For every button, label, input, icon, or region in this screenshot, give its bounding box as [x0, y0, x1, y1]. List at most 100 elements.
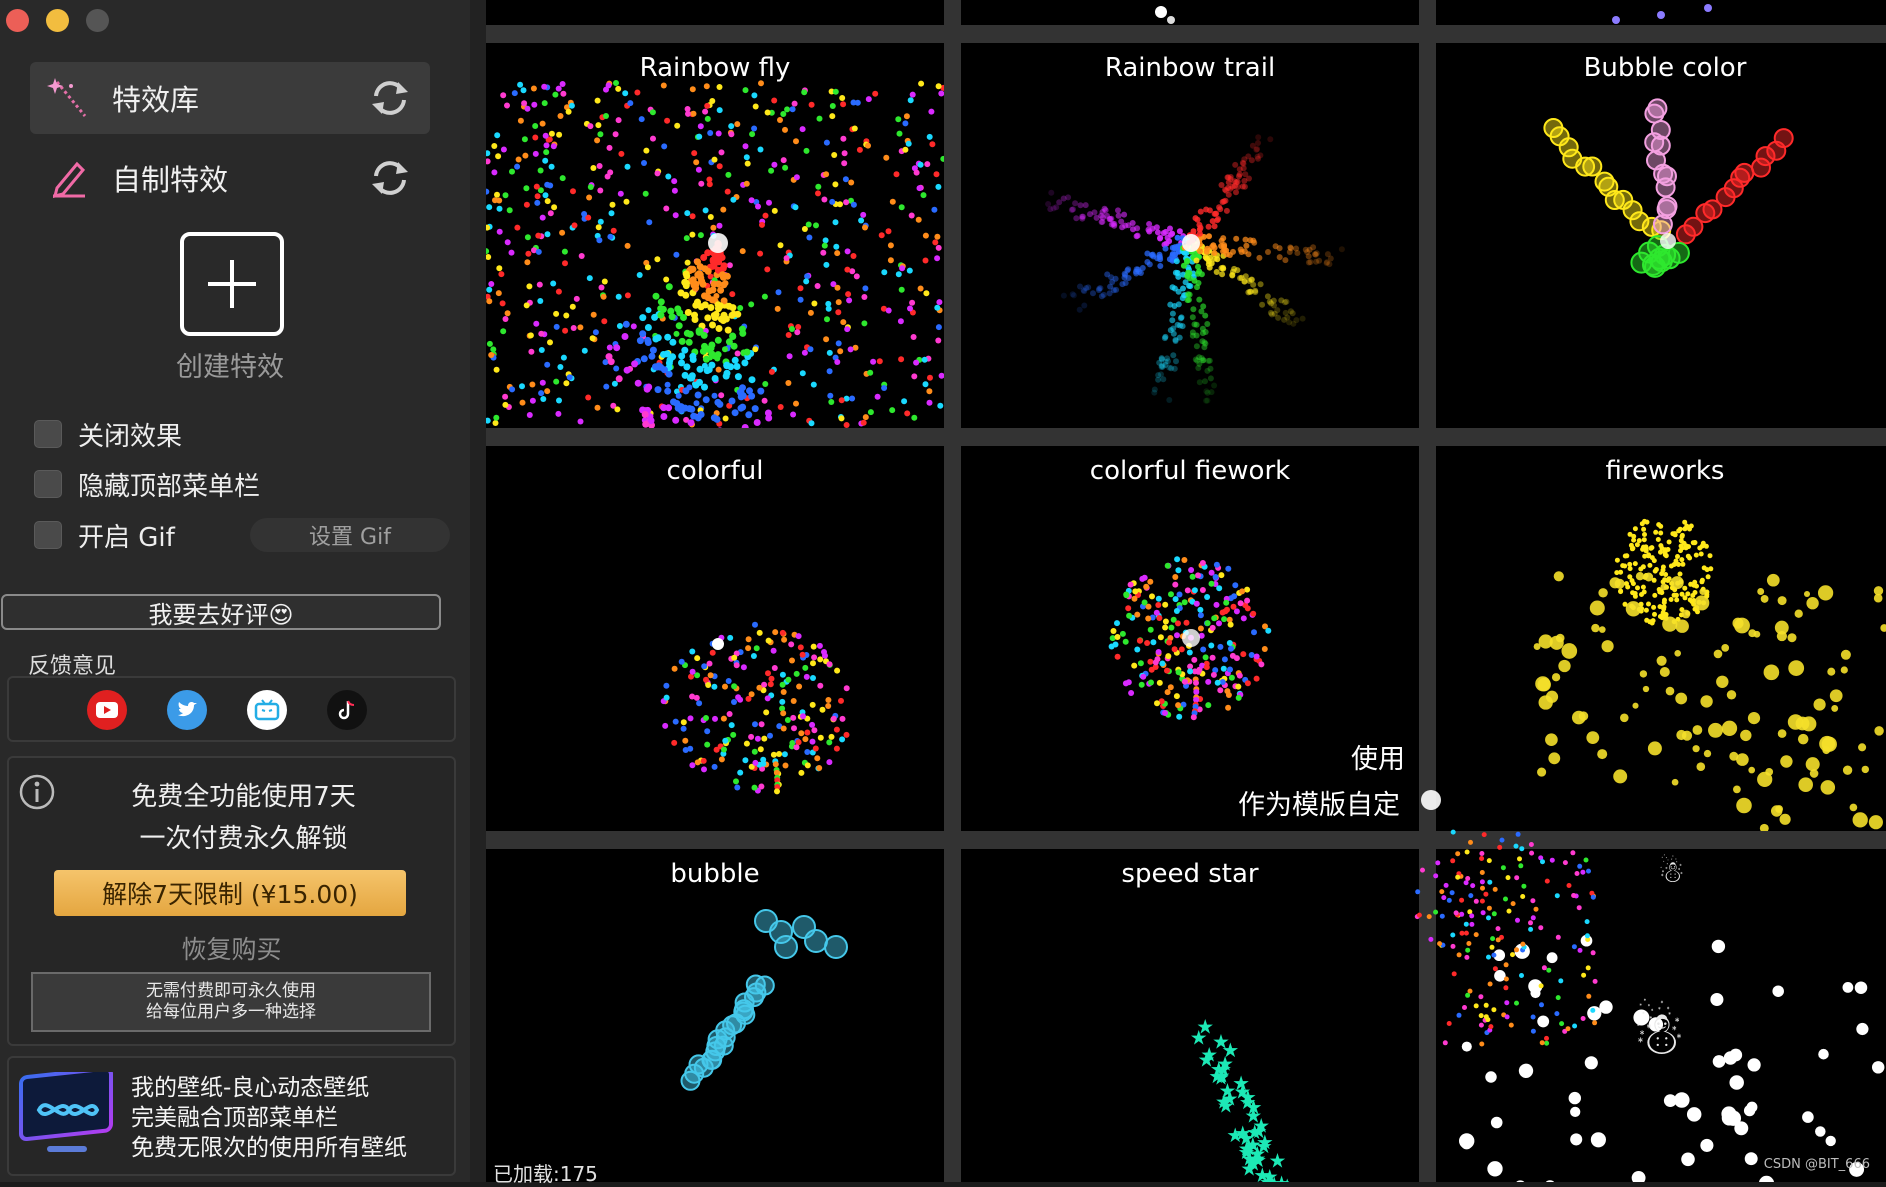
particle	[1251, 629, 1257, 635]
particle	[1652, 612, 1657, 617]
use-button[interactable]: 使用	[1351, 737, 1405, 776]
particle	[815, 283, 821, 289]
particle	[595, 122, 601, 128]
particle	[1162, 710, 1168, 716]
particle	[765, 695, 771, 701]
particle	[835, 309, 841, 315]
particle	[1133, 271, 1139, 277]
particle	[1225, 705, 1231, 711]
particle	[1761, 595, 1769, 603]
particle	[1421, 790, 1441, 810]
effect-tile[interactable]: Rainbow trail	[961, 43, 1419, 428]
particle	[723, 416, 729, 422]
effect-tile[interactable]: bubble	[486, 849, 944, 1182]
particle	[1214, 217, 1220, 223]
effect-tile[interactable]: Rainbow fly	[486, 43, 944, 428]
particle	[1098, 213, 1104, 219]
particle	[501, 147, 507, 153]
particle	[1224, 208, 1230, 214]
effect-tile-partial[interactable]	[486, 0, 944, 25]
particle	[739, 384, 746, 391]
particle	[1635, 585, 1640, 590]
star-particle: ★	[1239, 1085, 1257, 1109]
refresh-icon[interactable]	[368, 76, 412, 120]
refresh-icon[interactable]	[368, 156, 412, 200]
window-maximize-button[interactable]	[86, 9, 109, 32]
particle	[690, 213, 696, 219]
particle	[1675, 619, 1688, 632]
particle	[553, 311, 559, 317]
option-disable-effect[interactable]: 关闭效果	[34, 414, 182, 454]
effect-grid[interactable]: Rainbow fly Rainbow trail Bubble color c…	[486, 0, 1886, 1182]
particle	[1147, 579, 1153, 585]
particle	[514, 225, 520, 231]
checkbox[interactable]	[34, 470, 62, 498]
particle	[1519, 846, 1524, 851]
particle	[1640, 670, 1647, 677]
checkbox[interactable]	[34, 420, 62, 448]
free-use-button[interactable]: 无需付费即可永久使用 给每位用户多一种选择	[31, 972, 431, 1032]
particle	[1483, 892, 1488, 897]
option-enable-gif[interactable]: 开启 Gif	[34, 515, 175, 555]
particle	[570, 304, 576, 310]
particle	[813, 746, 819, 752]
twitter-icon[interactable]	[167, 690, 207, 730]
particle	[643, 148, 649, 154]
window-close-button[interactable]	[6, 9, 29, 32]
particle	[1194, 343, 1200, 349]
effect-tile[interactable]: Bubble color	[1436, 43, 1886, 428]
effect-preview	[961, 43, 1419, 428]
particle	[771, 162, 777, 168]
particle	[1175, 270, 1181, 276]
particle	[1190, 306, 1196, 312]
nav-custom-effect[interactable]: 自制特效	[30, 142, 430, 214]
nav-effect-library[interactable]: 特效库	[30, 62, 430, 134]
use-as-template-button[interactable]: 作为模版自定	[1238, 783, 1400, 822]
effect-preview	[486, 849, 944, 1182]
particle	[898, 356, 904, 362]
option-hide-menubar[interactable]: 隐藏顶部菜单栏	[34, 464, 260, 504]
particle	[1170, 326, 1176, 332]
particle	[676, 309, 683, 316]
particle	[537, 282, 543, 288]
particle	[525, 251, 531, 257]
create-effect-button[interactable]	[180, 232, 284, 336]
restore-purchase-link[interactable]: 恢复购买	[9, 930, 454, 966]
particle	[544, 388, 550, 394]
particle	[831, 152, 837, 158]
unlock-purchase-button[interactable]: 解除7天限制 (¥15.00)	[54, 870, 406, 916]
particle	[829, 734, 835, 740]
effect-preview	[486, 43, 944, 428]
particle	[796, 684, 802, 690]
particle	[863, 414, 869, 420]
bilibili-icon[interactable]	[247, 690, 287, 730]
review-button[interactable]: 我要去好评😍	[1, 594, 441, 630]
particle	[1572, 711, 1586, 725]
particle	[1641, 527, 1646, 532]
particle	[1658, 531, 1663, 536]
particle	[1155, 229, 1161, 235]
set-gif-button[interactable]: 设置 Gif	[250, 518, 450, 552]
particle	[784, 106, 790, 112]
particle	[1204, 664, 1210, 670]
window-minimize-button[interactable]	[46, 9, 69, 32]
particle	[1194, 333, 1200, 339]
particle	[825, 697, 831, 703]
particle	[1168, 625, 1174, 631]
effect-tile-partial[interactable]	[1436, 0, 1886, 25]
particle	[1154, 610, 1160, 616]
particle	[1131, 663, 1137, 669]
particle	[1561, 643, 1577, 659]
checkbox[interactable]	[34, 521, 62, 549]
effect-tile[interactable]: colorful	[486, 446, 944, 831]
particle	[740, 392, 747, 399]
effect-tile-partial[interactable]	[961, 0, 1419, 25]
wallpaper-app-ad[interactable]: 我的壁纸-良心动态壁纸 完美融合顶部菜单栏 免费无限次的使用所有壁纸	[7, 1056, 456, 1176]
particle	[528, 332, 534, 338]
tiktok-icon[interactable]	[327, 690, 367, 730]
youtube-icon[interactable]	[87, 690, 127, 730]
particle	[1202, 378, 1208, 384]
sidebar-divider	[470, 0, 486, 1182]
particle	[1745, 1152, 1758, 1165]
particle	[574, 296, 580, 302]
